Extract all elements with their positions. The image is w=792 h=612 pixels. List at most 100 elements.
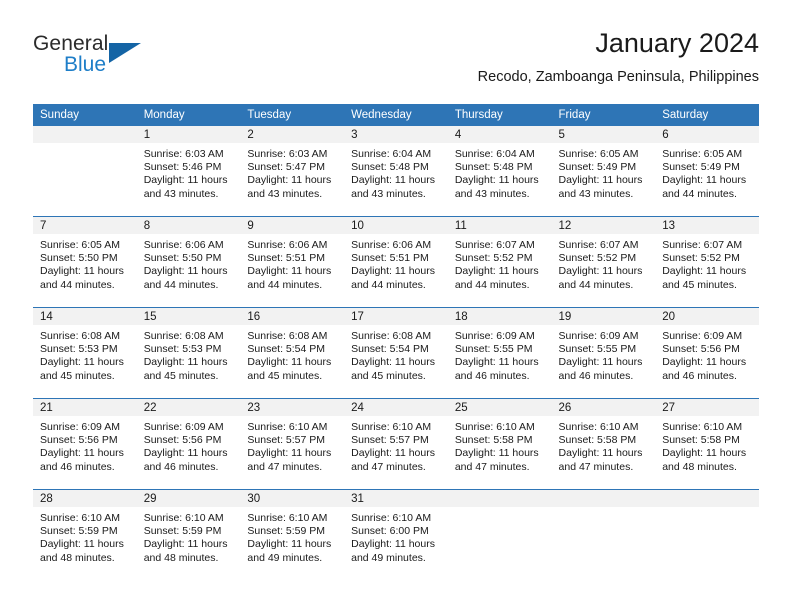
sunrise-text: Sunrise: 6:09 AM	[662, 330, 743, 342]
day-details: Sunrise: 6:07 AM Sunset: 5:52 PM Dayligh…	[448, 234, 552, 292]
day-cell[interactable]: 14 Sunrise: 6:08 AM Sunset: 5:53 PM Dayl…	[33, 307, 137, 399]
day-cell[interactable]: 13 Sunrise: 6:07 AM Sunset: 5:52 PM Dayl…	[655, 216, 759, 308]
daylight-text-line1: Daylight: 11 hours	[247, 356, 332, 369]
sunrise-text: Sunrise: 6:05 AM	[662, 148, 743, 160]
day-cell[interactable]: 12 Sunrise: 6:07 AM Sunset: 5:52 PM Dayl…	[551, 216, 656, 308]
sunrise-text: Sunrise: 6:09 AM	[143, 421, 224, 433]
day-number: 28	[33, 490, 137, 507]
day-details: Sunrise: 6:09 AM Sunset: 5:56 PM Dayligh…	[137, 416, 241, 474]
daylight-text-line1: Daylight: 11 hours	[40, 356, 124, 369]
day-cell[interactable]: 5 Sunrise: 6:05 AM Sunset: 5:49 PM Dayli…	[551, 126, 656, 217]
daylight-text-line2: and 47 minutes.	[247, 460, 323, 473]
day-number: 24	[344, 399, 448, 416]
day-number: 2	[240, 126, 345, 143]
day-cell[interactable]: 28 Sunrise: 6:10 AM Sunset: 5:59 PM Dayl…	[33, 489, 137, 580]
day-details: Sunrise: 6:09 AM Sunset: 5:56 PM Dayligh…	[33, 416, 137, 474]
day-number: 30	[240, 490, 345, 507]
day-details: Sunrise: 6:05 AM Sunset: 5:49 PM Dayligh…	[552, 143, 656, 201]
weekday-header-thursday: Thursday	[447, 104, 552, 126]
day-number: 20	[655, 308, 759, 325]
day-cell[interactable]: 20 Sunrise: 6:09 AM Sunset: 5:56 PM Dayl…	[655, 307, 759, 399]
day-details: Sunrise: 6:10 AM Sunset: 5:58 PM Dayligh…	[552, 416, 656, 474]
daylight-text-line2: and 44 minutes.	[143, 278, 219, 291]
weekday-header-wednesday: Wednesday	[344, 104, 448, 126]
day-cell[interactable]: 2 Sunrise: 6:03 AM Sunset: 5:47 PM Dayli…	[240, 126, 345, 217]
day-cell[interactable]: 10 Sunrise: 6:06 AM Sunset: 5:51 PM Dayl…	[344, 216, 448, 308]
general-blue-logo[interactable]: General Blue	[33, 32, 243, 88]
weekday-header-friday: Friday	[551, 104, 656, 126]
sunset-text: Sunset: 5:53 PM	[143, 343, 222, 356]
day-cell[interactable]: 19 Sunrise: 6:09 AM Sunset: 5:55 PM Dayl…	[551, 307, 656, 399]
page-title: January 2024	[595, 28, 759, 58]
sunrise-text: Sunrise: 6:06 AM	[247, 239, 328, 251]
day-cell[interactable]	[551, 489, 656, 580]
day-cell[interactable]: 29 Sunrise: 6:10 AM Sunset: 5:59 PM Dayl…	[136, 489, 241, 580]
day-cell[interactable]: 27 Sunrise: 6:10 AM Sunset: 5:58 PM Dayl…	[655, 398, 759, 490]
daylight-text-line2: and 47 minutes.	[454, 460, 530, 473]
day-cell[interactable]: 17 Sunrise: 6:08 AM Sunset: 5:54 PM Dayl…	[344, 307, 448, 399]
daylight-text-line1: Daylight: 11 hours	[662, 265, 747, 278]
day-cell[interactable]: 18 Sunrise: 6:09 AM Sunset: 5:55 PM Dayl…	[447, 307, 552, 399]
day-number: 27	[655, 399, 759, 416]
day-details: Sunrise: 6:10 AM Sunset: 5:59 PM Dayligh…	[33, 507, 137, 565]
day-details	[448, 507, 552, 512]
sunset-text: Sunset: 5:57 PM	[247, 434, 326, 447]
sunrise-text: Sunrise: 6:10 AM	[558, 421, 639, 433]
sunset-text: Sunset: 5:54 PM	[247, 343, 326, 356]
day-cell[interactable]: 24 Sunrise: 6:10 AM Sunset: 5:57 PM Dayl…	[344, 398, 448, 490]
day-cell[interactable]	[447, 489, 552, 580]
day-cell[interactable]: 31 Sunrise: 6:10 AM Sunset: 6:00 PM Dayl…	[344, 489, 448, 580]
day-cell[interactable]: 1 Sunrise: 6:03 AM Sunset: 5:46 PM Dayli…	[136, 126, 241, 217]
daylight-text-line2: and 45 minutes.	[662, 278, 737, 291]
day-number: 21	[33, 399, 137, 416]
day-cell[interactable]: 4 Sunrise: 6:04 AM Sunset: 5:48 PM Dayli…	[447, 126, 552, 217]
sunset-text: Sunset: 5:50 PM	[143, 252, 222, 265]
daylight-text-line2: and 44 minutes.	[247, 278, 323, 291]
sunset-text: Sunset: 5:47 PM	[247, 161, 326, 174]
sunset-text: Sunset: 5:55 PM	[454, 343, 533, 356]
day-details: Sunrise: 6:10 AM Sunset: 5:59 PM Dayligh…	[137, 507, 241, 565]
day-number	[655, 490, 759, 507]
daylight-text-line1: Daylight: 11 hours	[454, 447, 539, 460]
daylight-text-line2: and 46 minutes.	[662, 369, 737, 382]
daylight-text-line1: Daylight: 11 hours	[454, 174, 539, 187]
day-details: Sunrise: 6:07 AM Sunset: 5:52 PM Dayligh…	[552, 234, 656, 292]
sunset-text: Sunset: 6:00 PM	[351, 525, 429, 538]
day-cell[interactable]: 3 Sunrise: 6:04 AM Sunset: 5:48 PM Dayli…	[344, 126, 448, 217]
sunrise-text: Sunrise: 6:08 AM	[40, 330, 120, 342]
calendar-page: General Blue January 2024 Recodo, Zamboa…	[0, 0, 792, 612]
week-row: 1 Sunrise: 6:03 AM Sunset: 5:46 PM Dayli…	[33, 126, 759, 217]
daylight-text-line1: Daylight: 11 hours	[454, 356, 539, 369]
day-cell[interactable]	[33, 126, 137, 217]
day-cell[interactable]: 30 Sunrise: 6:10 AM Sunset: 5:59 PM Dayl…	[240, 489, 345, 580]
sunset-text: Sunset: 5:56 PM	[143, 434, 222, 447]
sunrise-text: Sunrise: 6:08 AM	[351, 330, 432, 342]
day-cell[interactable]: 21 Sunrise: 6:09 AM Sunset: 5:56 PM Dayl…	[33, 398, 137, 490]
day-details: Sunrise: 6:06 AM Sunset: 5:50 PM Dayligh…	[137, 234, 241, 292]
day-cell[interactable]: 16 Sunrise: 6:08 AM Sunset: 5:54 PM Dayl…	[240, 307, 345, 399]
day-cell[interactable]: 25 Sunrise: 6:10 AM Sunset: 5:58 PM Dayl…	[447, 398, 552, 490]
day-cell[interactable]: 26 Sunrise: 6:10 AM Sunset: 5:58 PM Dayl…	[551, 398, 656, 490]
day-cell[interactable]: 8 Sunrise: 6:06 AM Sunset: 5:50 PM Dayli…	[136, 216, 241, 308]
day-cell[interactable]: 6 Sunrise: 6:05 AM Sunset: 5:49 PM Dayli…	[655, 126, 759, 217]
daylight-text-line2: and 45 minutes.	[143, 369, 219, 382]
day-number	[33, 126, 137, 143]
daylight-text-line2: and 45 minutes.	[40, 369, 115, 382]
sunset-text: Sunset: 5:51 PM	[351, 252, 429, 265]
weekday-header-saturday: Saturday	[655, 104, 759, 126]
day-cell[interactable]: 7 Sunrise: 6:05 AM Sunset: 5:50 PM Dayli…	[33, 216, 137, 308]
day-cell[interactable]: 9 Sunrise: 6:06 AM Sunset: 5:51 PM Dayli…	[240, 216, 345, 308]
day-number: 18	[447, 308, 552, 325]
day-cell[interactable]	[655, 489, 759, 580]
day-cell[interactable]: 22 Sunrise: 6:09 AM Sunset: 5:56 PM Dayl…	[136, 398, 241, 490]
day-cell[interactable]: 15 Sunrise: 6:08 AM Sunset: 5:53 PM Dayl…	[136, 307, 241, 399]
sunrise-text: Sunrise: 6:08 AM	[143, 330, 224, 342]
day-details	[552, 507, 656, 512]
daylight-text-line1: Daylight: 11 hours	[558, 174, 643, 187]
day-number: 6	[655, 126, 759, 143]
day-cell[interactable]: 11 Sunrise: 6:07 AM Sunset: 5:52 PM Dayl…	[447, 216, 552, 308]
day-cell[interactable]: 23 Sunrise: 6:10 AM Sunset: 5:57 PM Dayl…	[240, 398, 345, 490]
day-number: 13	[655, 217, 759, 234]
daylight-text-line2: and 45 minutes.	[247, 369, 323, 382]
day-number: 4	[447, 126, 552, 143]
